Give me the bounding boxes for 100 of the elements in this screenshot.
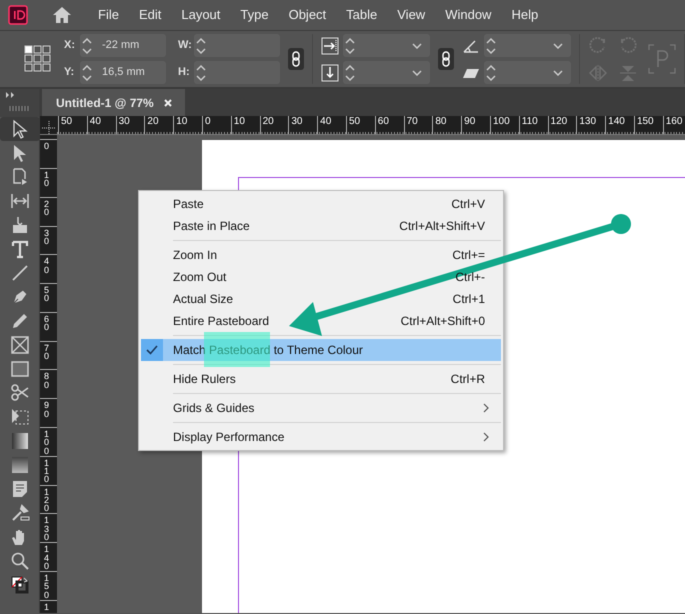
- ruler-number: 60: [44, 314, 49, 332]
- ruler-number: 90: [44, 401, 49, 418]
- menu-item[interactable]: Window: [435, 0, 502, 30]
- ruler-number: 20: [147, 116, 159, 128]
- scale-height-icon[interactable]: [321, 64, 340, 82]
- menu-item[interactable]: Zoom Out Ctrl+-: [141, 266, 501, 288]
- caret-icon: [412, 70, 422, 76]
- ruler-number: 0: [44, 142, 49, 150]
- ruler-number: 80: [435, 116, 446, 128]
- pencil-tool-icon[interactable]: [10, 311, 30, 331]
- fill-stroke-icon[interactable]: [10, 575, 30, 595]
- chain-link-icon: [291, 51, 302, 67]
- scissors-icon[interactable]: [10, 383, 30, 403]
- scale-width-icon[interactable]: [321, 36, 340, 54]
- ruler-number: 100: [44, 430, 49, 455]
- menu-item[interactable]: Hide Rulers Ctrl+R: [141, 368, 501, 390]
- spinner-icon[interactable]: [343, 36, 358, 54]
- gradient-feather-tool-icon[interactable]: [10, 455, 30, 475]
- field-label: X:: [64, 38, 76, 54]
- panel-grip-icon[interactable]: [9, 105, 31, 111]
- field-label: H:: [178, 65, 191, 80]
- menu-item[interactable]: Actual Size Ctrl+1: [141, 288, 501, 310]
- ruler-number: 40: [90, 116, 101, 128]
- rectangle-frame-tool-icon[interactable]: [10, 335, 30, 355]
- constrain-link-button[interactable]: [288, 48, 304, 70]
- close-icon[interactable]: [164, 98, 172, 107]
- spinner-icon[interactable]: [194, 36, 208, 54]
- constrain-link-button[interactable]: [438, 48, 454, 70]
- gap-tool-icon[interactable]: [10, 191, 30, 211]
- ruler-number: 130: [579, 116, 596, 128]
- spinner-icon[interactable]: [80, 36, 94, 54]
- ruler-number: 140: [44, 545, 49, 570]
- ruler-number: 1: [44, 602, 49, 612]
- collapse-panel-icon[interactable]: [4, 91, 16, 99]
- reference-point-icon[interactable]: [24, 45, 52, 73]
- ruler-number: 40: [44, 257, 49, 274]
- chain-link-icon: [441, 51, 452, 67]
- ruler-number: 110: [44, 458, 49, 484]
- ruler-number: 60: [378, 116, 389, 128]
- menu-item[interactable]: File: [88, 0, 129, 30]
- ruler-number: 50: [61, 116, 72, 128]
- document-tab[interactable]: Untitled-1 @ 77%: [42, 89, 185, 116]
- field-label: W:: [178, 38, 193, 54]
- menu-item[interactable]: Match Pasteboard to Theme Colour: [141, 339, 501, 361]
- ruler-number: 110: [522, 116, 538, 128]
- spinner-icon[interactable]: [194, 64, 208, 82]
- eyedropper-tool-icon[interactable]: [10, 503, 30, 523]
- home-icon[interactable]: [52, 6, 72, 24]
- rectangle-tool-icon[interactable]: [10, 359, 30, 379]
- content-collector-icon[interactable]: [10, 215, 30, 235]
- menu-item[interactable]: Object: [278, 0, 336, 30]
- menu-item[interactable]: Grids & Guides: [141, 397, 501, 419]
- ruler-number: 160: [666, 116, 682, 128]
- number-field[interactable]: [194, 34, 280, 57]
- caret-icon: [553, 70, 564, 76]
- ruler-number: 30: [118, 116, 130, 128]
- dropdown-field[interactable]: [484, 61, 572, 84]
- gradient-swatch-tool-icon[interactable]: [10, 431, 30, 451]
- spinner-icon[interactable]: [484, 36, 498, 54]
- ruler-number: 10: [234, 116, 245, 128]
- dropdown-field[interactable]: [343, 61, 430, 84]
- ruler-number: 50: [44, 286, 49, 303]
- ruler-number: 20: [262, 116, 274, 128]
- menu-item[interactable]: Zoom In Ctrl+=: [141, 244, 501, 266]
- ruler-number: 80: [44, 372, 49, 390]
- highlight-marker: [204, 332, 270, 367]
- type-tool-icon[interactable]: [10, 239, 30, 259]
- menu-item[interactable]: Table: [336, 0, 388, 30]
- spinner-icon[interactable]: [484, 64, 498, 82]
- line-tool-icon[interactable]: [10, 263, 30, 283]
- number-field[interactable]: -22 mm: [80, 34, 166, 57]
- menu-item[interactable]: Layout: [171, 0, 230, 30]
- ruler-number: 30: [44, 228, 49, 246]
- spinner-icon[interactable]: [343, 64, 358, 82]
- number-field[interactable]: [194, 61, 280, 84]
- ruler-number: 30: [291, 116, 302, 128]
- menu-item[interactable]: Display Performance: [141, 426, 501, 448]
- zoom-tool-icon[interactable]: [10, 551, 30, 571]
- menu-item[interactable]: Help: [501, 0, 548, 30]
- ruler-number: 10: [44, 170, 49, 188]
- note-tool-icon[interactable]: [10, 479, 30, 499]
- menu-item[interactable]: Edit: [128, 0, 172, 30]
- free-transform-tool-icon[interactable]: [10, 407, 30, 427]
- dropdown-field[interactable]: [484, 34, 572, 57]
- ruler-number: 40: [320, 116, 332, 128]
- menu-item[interactable]: Entire Pasteboard Ctrl+Alt+Shift+0: [141, 310, 501, 332]
- ruler-number: 90: [464, 116, 476, 128]
- caret-icon: [412, 42, 422, 48]
- ruler-number: 140: [608, 116, 625, 128]
- ruler-number: 120: [44, 488, 49, 513]
- app-logo-icon[interactable]: [8, 5, 28, 25]
- ruler-number: 120: [550, 116, 568, 128]
- ruler-number: 150: [44, 574, 49, 599]
- spinner-icon[interactable]: [80, 64, 94, 82]
- dropdown-field[interactable]: [343, 34, 430, 57]
- menu-item[interactable]: Paste Ctrl+V: [141, 193, 501, 215]
- number-field[interactable]: 16,5 mm: [80, 61, 166, 84]
- menu-item[interactable]: View: [387, 0, 436, 30]
- menu-item[interactable]: Type: [230, 0, 279, 30]
- menu-item[interactable]: Paste in Place Ctrl+Alt+Shift+V: [141, 215, 501, 237]
